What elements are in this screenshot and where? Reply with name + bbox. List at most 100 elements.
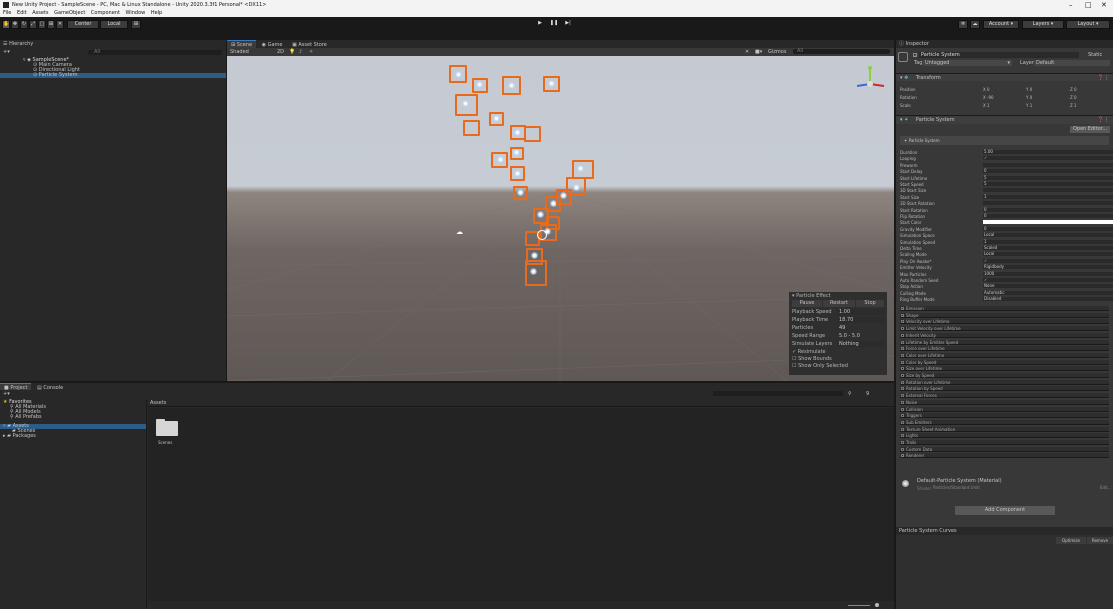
zoom-slider-handle[interactable] — [875, 603, 879, 607]
component-settings-icon[interactable]: ❓⋮ — [1098, 74, 1109, 82]
position-y[interactable]: 0 — [1030, 87, 1033, 92]
property-field[interactable]: Local — [983, 233, 1113, 238]
module-checkbox[interactable] — [901, 394, 904, 398]
menu-gameobject[interactable]: GameObject — [54, 10, 85, 16]
move-tool-icon[interactable]: ✥ — [11, 20, 19, 29]
active-checkbox[interactable]: ✓ — [913, 53, 917, 58]
particle-system-header[interactable]: ▾ ✦ Particle System ❓⋮ — [896, 115, 1113, 124]
module-row[interactable]: Sub Emitters — [900, 419, 1109, 425]
property-field[interactable]: ✓ — [983, 258, 1113, 263]
playback-time-field[interactable]: 18.70 — [837, 317, 885, 323]
property-field[interactable]: 1000 — [983, 271, 1113, 276]
add-icon[interactable]: +▾ — [3, 49, 10, 55]
property-field[interactable]: 5.00 — [983, 150, 1113, 154]
module-checkbox[interactable] — [901, 327, 904, 331]
static-checkbox[interactable]: Static — [1088, 52, 1102, 58]
module-row[interactable]: ✓ Emission — [900, 306, 1109, 311]
module-checkbox[interactable] — [901, 414, 904, 418]
module-checkbox[interactable]: ✓ — [901, 454, 905, 458]
menu-file[interactable]: File — [3, 10, 11, 16]
property-field[interactable]: 0 — [983, 207, 1113, 212]
directional-light-icon[interactable]: ☁ — [456, 228, 463, 236]
restart-effect-button[interactable]: Restart — [823, 300, 855, 307]
lighting-icon[interactable]: 💡 — [289, 48, 295, 56]
module-row[interactable]: ✓ Shape — [900, 312, 1109, 318]
hand-tool-icon[interactable]: ✋ — [2, 20, 10, 29]
scene-viewport[interactable]: ☁ ▾ Particle Effect Pause Restart Stop P… — [227, 56, 894, 381]
module-checkbox[interactable] — [901, 420, 904, 424]
module-checkbox[interactable] — [901, 380, 904, 384]
module-checkbox[interactable] — [901, 360, 904, 364]
hierarchy-item-particle-system[interactable]: ⊙ Particle System — [0, 73, 226, 78]
rotate-tool-icon[interactable]: ↻ — [20, 20, 28, 29]
shading-dropdown[interactable]: Shaded — [230, 49, 249, 55]
module-checkbox[interactable] — [901, 387, 904, 391]
module-row[interactable]: Collision — [900, 406, 1109, 412]
simulate-layers-dropdown[interactable]: Nothing — [837, 341, 885, 347]
property-field[interactable]: 1 — [983, 239, 1113, 244]
property-field[interactable]: Rigidbody — [983, 265, 1113, 270]
close-button[interactable]: ✕ — [1101, 0, 1107, 10]
minimize-button[interactable]: – — [1069, 0, 1073, 10]
playback-speed-field[interactable]: 1.00 — [837, 309, 885, 315]
toggle-2d-button[interactable]: 2D — [277, 48, 284, 56]
position-x[interactable]: 0 — [987, 87, 990, 92]
module-row[interactable]: Rotation by Speed — [900, 386, 1109, 392]
scene-search-input[interactable]: All — [793, 49, 890, 54]
scenes-folder[interactable] — [156, 419, 178, 437]
rotation-z[interactable]: 0 — [1074, 95, 1077, 100]
rect-tool-icon[interactable]: ▢ — [38, 20, 46, 29]
module-checkbox[interactable] — [901, 400, 904, 404]
property-field[interactable]: ✓ — [983, 156, 1113, 161]
packages-node[interactable]: ▸ ▰ Packages — [0, 434, 146, 439]
module-row[interactable]: Lifetime by Emitter Speed — [900, 339, 1109, 345]
module-row[interactable]: Noise — [900, 399, 1109, 405]
module-row[interactable]: Color by Speed — [900, 359, 1109, 365]
module-checkbox[interactable]: ✓ — [901, 313, 905, 317]
menu-edit[interactable]: Edit — [17, 10, 27, 16]
module-row[interactable]: Size by Speed — [900, 373, 1109, 378]
property-field[interactable]: Disabled — [983, 297, 1113, 302]
module-row[interactable]: Velocity over Lifetime — [900, 319, 1109, 325]
menu-assets[interactable]: Assets — [32, 10, 48, 16]
property-field[interactable]: 5 — [983, 182, 1113, 186]
stop-effect-button[interactable]: Stop — [856, 300, 884, 307]
open-editor-button[interactable]: Open Editor... — [1070, 126, 1110, 133]
property-field[interactable] — [983, 220, 1113, 225]
orientation-gizmo[interactable] — [853, 64, 887, 104]
particle-system-main-module[interactable]: ✦ Particle System — [900, 136, 1109, 145]
camera-icon[interactable]: ■▾ — [755, 48, 762, 56]
grid-snap-icon[interactable]: ⊞ — [131, 20, 141, 29]
rotation-y[interactable]: 0 — [1030, 95, 1033, 100]
add-component-button[interactable]: Add Component — [955, 506, 1055, 515]
module-checkbox[interactable] — [901, 374, 904, 377]
property-field[interactable] — [983, 201, 1113, 206]
show-only-selected-checkbox[interactable]: ☐ Show Only Selected — [792, 363, 884, 370]
module-row[interactable]: Texture Sheet Animation — [900, 426, 1109, 432]
custom-tool-icon[interactable]: ✕ — [56, 20, 64, 29]
scale-tool-icon[interactable]: ⤢ — [29, 20, 37, 29]
module-row[interactable]: Custom Data — [900, 446, 1109, 452]
show-bounds-checkbox[interactable]: ☐ Show Bounds — [792, 356, 884, 363]
scene-tools-icon[interactable]: ✕ — [745, 48, 749, 56]
module-row[interactable]: Inherit Velocity — [900, 332, 1109, 338]
project-add-icon[interactable]: +▾ — [3, 391, 10, 397]
breadcrumb[interactable]: Assets — [148, 400, 894, 407]
step-button[interactable]: ▶| — [563, 20, 573, 29]
property-field[interactable]: Scaled — [983, 246, 1113, 250]
module-checkbox[interactable] — [901, 353, 904, 357]
layers-dropdown[interactable]: Layers ▾ — [1022, 20, 1064, 29]
module-row[interactable]: Triggers — [900, 413, 1109, 419]
transform-tool-icon[interactable]: ⊞ — [47, 20, 55, 29]
inspector-tab[interactable]: ⓘ Inspector — [896, 40, 1113, 48]
layout-dropdown[interactable]: Layout ▾ — [1066, 20, 1110, 29]
menu-component[interactable]: Component — [91, 10, 120, 16]
tab-scene[interactable]: ⊞ Scene — [227, 40, 257, 48]
property-field[interactable]: 5 — [983, 175, 1113, 180]
module-checkbox[interactable] — [901, 427, 904, 431]
shader-dropdown[interactable]: Particles/Standard Unlit — [933, 485, 1093, 490]
property-field[interactable]: 1 — [983, 194, 1113, 199]
scale-z[interactable]: 1 — [1074, 103, 1077, 108]
scale-x[interactable]: 1 — [987, 103, 990, 108]
shader-edit-button[interactable]: Edit... — [1100, 485, 1112, 490]
